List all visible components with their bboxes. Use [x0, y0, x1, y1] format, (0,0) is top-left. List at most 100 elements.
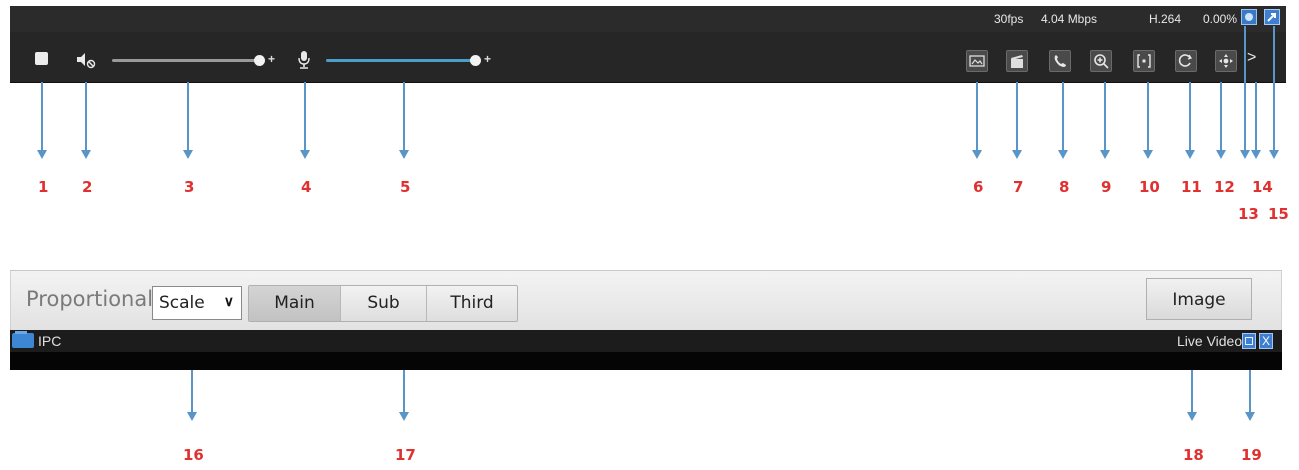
stop-icon [35, 52, 48, 65]
window-toggle-icon[interactable] [1242, 333, 1256, 349]
mute-button[interactable] [75, 50, 97, 70]
zoom-button[interactable] [1090, 50, 1112, 72]
volume-slider-track[interactable] [112, 59, 262, 62]
stop-button[interactable] [30, 48, 52, 70]
fit-window-button[interactable] [1133, 50, 1155, 72]
volume-slider-handle[interactable] [254, 55, 265, 66]
callout-number: 13 [1238, 205, 1259, 223]
callout-arrow-head [300, 150, 310, 159]
fit-window-icon [1137, 54, 1151, 68]
callout-arrow-head [1245, 412, 1255, 421]
callout-arrow-head [972, 150, 982, 159]
microphone-button[interactable] [296, 50, 312, 70]
scale-select-value: Scale [159, 293, 205, 313]
video-title-bar [10, 330, 1282, 352]
fps-readout: 30fps [994, 12, 1024, 26]
callout-arrow-line [304, 82, 306, 150]
settings-circle-icon[interactable] [1241, 9, 1257, 25]
callout-arrow-line [85, 82, 87, 150]
tab-third[interactable]: Third [427, 286, 517, 321]
callout-arrow-head [1012, 150, 1022, 159]
chevron-down-icon: ∨ [223, 293, 234, 309]
callout-arrow-line [187, 82, 189, 150]
callout-arrow-line [1062, 82, 1064, 150]
callout-number: 7 [1013, 178, 1024, 196]
callout-number: 5 [400, 178, 411, 196]
close-video-button[interactable]: X [1259, 333, 1273, 349]
callout-arrow-line [1104, 82, 1106, 150]
callout-arrow-head [1058, 150, 1068, 159]
callout-number: 8 [1059, 178, 1070, 196]
snapshot-button[interactable] [966, 50, 988, 72]
callout-number: 6 [973, 178, 984, 196]
callout-number: 15 [1268, 205, 1289, 223]
phone-icon [1054, 55, 1066, 67]
callout-number: 9 [1101, 178, 1112, 196]
mic-slider-handle[interactable] [470, 55, 481, 66]
callout-arrow-line [1273, 26, 1275, 150]
callout-number: 10 [1139, 178, 1160, 196]
callout-number: 1 [38, 178, 49, 196]
snapshot-icon [969, 55, 985, 67]
callout-number: 14 [1252, 178, 1273, 196]
callout-number: 11 [1181, 178, 1202, 196]
callout-number: 19 [1241, 446, 1262, 464]
ptz-button[interactable] [1215, 50, 1237, 72]
tab-sub[interactable]: Sub [341, 286, 427, 321]
camera-icon [12, 331, 34, 348]
callout-arrow-head [399, 150, 409, 159]
callout-arrow-head [1216, 150, 1226, 159]
callout-arrow-line [1016, 82, 1018, 150]
live-video-label: Live Video [1177, 333, 1243, 349]
callout-arrow-head [1187, 412, 1197, 421]
zoom-in-icon [1094, 54, 1109, 69]
callout-arrow-head [1240, 150, 1250, 159]
callout-arrow-line [976, 82, 978, 150]
callout-arrow-line [1189, 82, 1191, 150]
proportional-label: Proportional : [26, 287, 167, 311]
video-area [10, 352, 1282, 370]
callout-number: 4 [301, 178, 312, 196]
talk-button[interactable] [1049, 50, 1071, 72]
stream-tabs: Main Sub Third [248, 285, 518, 322]
callout-number: 17 [395, 446, 416, 464]
mic-plus-icon: + [484, 52, 492, 66]
close-icon: X [1261, 334, 1270, 348]
volume-plus-icon: + [268, 52, 276, 66]
callout-arrow-head [81, 150, 91, 159]
callout-arrow-head [183, 150, 193, 159]
fullscreen-icon[interactable] [1264, 9, 1280, 25]
callout-arrow-head [37, 150, 47, 159]
codec-readout: H.264 [1149, 12, 1182, 26]
3d-rotate-icon [1178, 54, 1193, 67]
callout-arrow-line [1255, 82, 1257, 150]
microphone-icon [298, 51, 310, 69]
next-arrow-icon[interactable]: > [1247, 49, 1256, 67]
loss-readout: 0.00% [1203, 12, 1238, 26]
clapperboard-icon [1011, 55, 1023, 68]
bitrate-readout: 4.04 Mbps [1041, 12, 1098, 26]
speaker-muted-icon [77, 53, 96, 69]
callout-arrow-line [41, 82, 43, 150]
camera-name: IPC [38, 333, 62, 349]
callout-arrow-head [1251, 150, 1261, 159]
scale-select[interactable]: Scale ∨ [152, 286, 242, 320]
image-button[interactable]: Image [1146, 278, 1252, 320]
3d-position-button[interactable] [1175, 50, 1197, 72]
callout-arrow-line [1220, 82, 1222, 150]
callout-arrow-head [187, 412, 197, 421]
callout-arrow-head [399, 412, 409, 421]
tab-main[interactable]: Main [249, 286, 341, 321]
callout-number: 12 [1214, 178, 1235, 196]
callout-arrow-head [1143, 150, 1153, 159]
callout-arrow-head [1100, 150, 1110, 159]
callout-arrow-head [1185, 150, 1195, 159]
ptz-arrows-icon [1219, 54, 1233, 68]
callout-arrow-line [1147, 82, 1149, 150]
callout-number: 16 [183, 446, 204, 464]
record-button[interactable] [1006, 50, 1028, 72]
callout-arrow-head [1269, 150, 1279, 159]
callout-arrow-line [403, 82, 405, 150]
status-bar: 30fps 4.04 Mbps H.264 0.00% [10, 6, 1286, 32]
mic-slider-track[interactable] [326, 59, 478, 62]
